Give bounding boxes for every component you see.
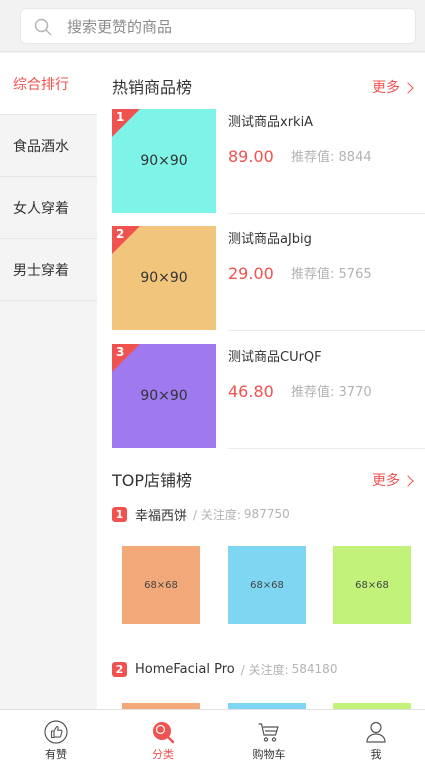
thumbnail-label: 90×90	[140, 270, 188, 286]
tab-youzan[interactable]: 有赞	[3, 710, 109, 770]
user-icon	[366, 721, 386, 743]
rank-number: 2	[116, 227, 125, 241]
search-icon	[34, 18, 52, 36]
recommend-value: 推荐值: 5765	[291, 266, 372, 284]
divider	[228, 213, 425, 214]
tab-category[interactable]: 分类	[110, 710, 216, 770]
more-label: 更多	[372, 473, 400, 489]
shops-more-button[interactable]: 更多	[372, 469, 414, 493]
product-item[interactable]: 90×90 2 测试商品aJbig 29.00 推荐值: 5765	[112, 226, 425, 331]
shop-product-image[interactable]: 68×68	[228, 546, 306, 624]
image-label: 68×68	[355, 579, 389, 591]
shop-item[interactable]: 1 幸福西饼 / 关注度: 987750	[112, 505, 412, 524]
more-label: 更多	[372, 80, 400, 96]
divider	[228, 448, 425, 449]
product-name: 测试商品aJbig	[228, 232, 312, 247]
sidebar-item-food-drinks[interactable]: 食品酒水	[0, 115, 97, 177]
category-sidebar: 综合排行 食品酒水 女人穿着 男士穿着	[0, 53, 97, 709]
shop-name: HomeFacial Pro	[135, 661, 235, 677]
top-shops-header: TOP店铺榜 更多	[112, 469, 414, 493]
product-item[interactable]: 90×90 1 测试商品xrkiA 89.00 推荐值: 8844	[112, 109, 425, 214]
sidebar-item-men-clothing[interactable]: 男士穿着	[0, 239, 97, 301]
tab-me[interactable]: 我	[323, 710, 425, 770]
recommend-number: 8844	[338, 150, 372, 165]
follow-label: / 关注度:	[240, 662, 289, 677]
rank-number: 3	[116, 345, 125, 359]
follow-count: 987750	[243, 507, 290, 521]
tab-label: 购物车	[252, 748, 286, 761]
shop-product-image[interactable]: 68×68	[122, 546, 200, 624]
divider	[228, 330, 425, 331]
follow-label: / 关注度:	[193, 507, 241, 522]
recommend-number: 5765	[338, 267, 372, 282]
tab-label: 分类	[152, 748, 174, 761]
tab-cart[interactable]: 购物车	[216, 710, 322, 770]
thumbs-up-icon	[44, 720, 68, 744]
shop-product-image[interactable]: 68×68	[333, 546, 411, 624]
category-search-icon	[153, 722, 175, 744]
bottom-tab-bar: 有赞 分类 购物车 我	[0, 709, 425, 770]
thumbnail-label: 90×90	[140, 153, 188, 169]
image-label: 68×68	[144, 579, 178, 591]
sidebar-item-women-clothing[interactable]: 女人穿着	[0, 177, 97, 239]
shop-item[interactable]: 2 HomeFacial Pro / 关注度: 584180	[112, 660, 412, 678]
recommend-label: 推荐值:	[291, 385, 335, 400]
product-price: 46.80	[228, 382, 274, 401]
shop-rank-badge: 1	[112, 506, 127, 522]
cart-icon	[258, 723, 279, 742]
search-header: 搜索更赞的商品	[0, 0, 425, 52]
recommend-value: 推荐值: 8844	[291, 149, 372, 167]
thumbnail-label: 90×90	[140, 388, 188, 404]
tab-label: 有赞	[45, 748, 67, 761]
chevron-right-icon	[402, 82, 414, 94]
recommend-number: 3770	[338, 385, 372, 400]
product-price: 29.00	[228, 264, 274, 283]
shop-rank-badge: 2	[112, 661, 127, 677]
follow-count: 584180	[291, 662, 338, 676]
rank-number: 1	[116, 110, 125, 124]
product-price: 89.00	[228, 147, 274, 166]
tab-label: 我	[370, 748, 382, 761]
recommend-label: 推荐值:	[291, 150, 335, 165]
section-title: 热销商品榜	[112, 78, 193, 97]
product-name: 测试商品xrkiA	[228, 115, 314, 130]
image-label: 68×68	[250, 579, 284, 591]
recommend-label: 推荐值:	[291, 267, 335, 282]
recommend-value: 推荐值: 3770	[291, 384, 372, 402]
hot-products-header: 热销商品榜 更多	[112, 76, 414, 100]
product-item[interactable]: 90×90 3 测试商品CUrQF 46.80 推荐值: 3770	[112, 344, 425, 449]
search-placeholder: 搜索更赞的商品	[67, 18, 173, 36]
chevron-right-icon	[402, 475, 414, 487]
section-title: TOP店铺榜	[112, 471, 193, 490]
main-content: 热销商品榜 更多 90×90 1 测试商品xrkiA 89.00 推荐值: 88…	[97, 53, 425, 709]
shop-name: 幸福西饼	[135, 508, 188, 524]
product-name: 测试商品CUrQF	[228, 350, 322, 365]
hot-more-button[interactable]: 更多	[372, 76, 414, 100]
sidebar-item-ranking[interactable]: 综合排行	[0, 53, 97, 115]
search-input[interactable]: 搜索更赞的商品	[20, 8, 416, 44]
